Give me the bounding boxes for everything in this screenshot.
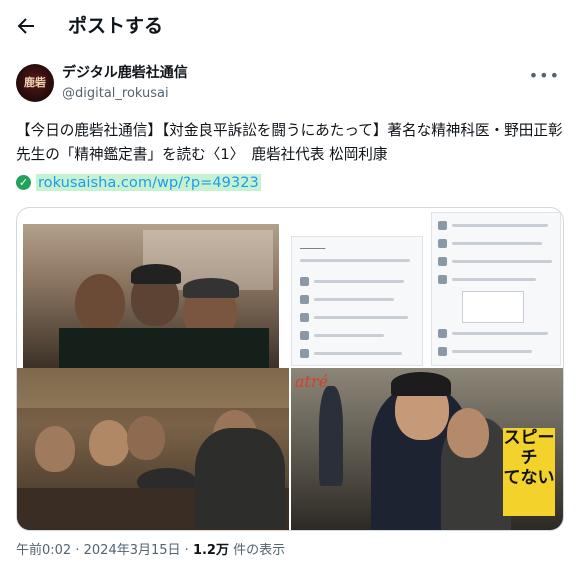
link-row: ✓ rokusaisha.com/wp/?p=49323 <box>16 171 261 193</box>
author-handle[interactable]: @digital_rokusai <box>62 85 169 102</box>
check-circle-icon: ✓ <box>16 174 31 190</box>
screenshot-timeline[interactable]: ────── <box>291 236 423 366</box>
more-horizontal-icon[interactable]: ••• <box>529 66 560 85</box>
screenshot-replies[interactable] <box>431 212 561 366</box>
arrow-left-icon[interactable] <box>14 14 38 38</box>
post-meta: 午前0:02 · 2024年3月15日 · 1.2万 件の表示 <box>16 542 285 560</box>
media-grid: ────── atré スピーチ てない <box>16 207 564 531</box>
sign-text-1: スピーチ <box>503 428 555 468</box>
page-title: ポストする <box>68 15 164 37</box>
post-time[interactable]: 午前0:02 <box>16 543 71 558</box>
photo-street[interactable]: atré スピーチ てない <box>291 368 563 530</box>
meta-dot-2: · <box>184 543 189 558</box>
top-bar: ポストする <box>0 0 576 52</box>
protest-sign: スピーチ てない <box>503 428 555 516</box>
meta-dot: · <box>75 543 80 558</box>
sign-text-2: てない <box>503 468 555 488</box>
avatar[interactable]: 鹿砦 <box>16 64 54 102</box>
tweet-text: 【今日の鹿砦社通信】【対金良平訴訟を闘うにあたって】著名な精神科医・野田正彰先生… <box>16 122 563 163</box>
view-suffix: 件の表示 <box>233 543 286 558</box>
post-date[interactable]: 2024年3月15日 <box>84 543 181 558</box>
photo-group-selfie[interactable] <box>23 224 279 370</box>
avatar-logo: 鹿砦 <box>24 76 46 89</box>
tweet-link[interactable]: rokusaisha.com/wp/?p=49323 <box>36 173 261 191</box>
view-count: 1.2万 <box>192 543 229 558</box>
store-sign: atré <box>295 372 329 391</box>
photo-restaurant[interactable] <box>17 368 289 530</box>
author-name[interactable]: デジタル鹿砦社通信 <box>62 64 188 82</box>
